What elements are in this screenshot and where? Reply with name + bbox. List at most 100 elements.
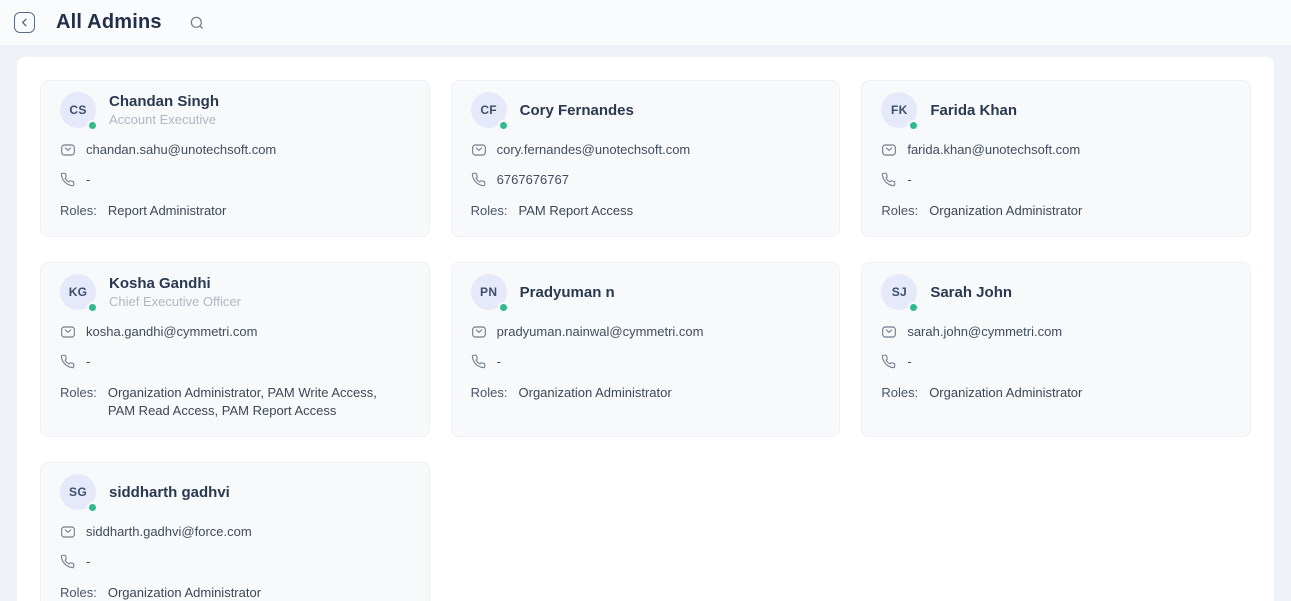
- roles-row: Roles: Organization Administrator: [881, 384, 1228, 402]
- admin-card[interactable]: FK Farida Khan farida.khan@unotechsoft.c…: [861, 80, 1251, 237]
- admin-cards-grid: CS Chandan Singh Account Executive chand…: [40, 80, 1251, 601]
- admin-identity: Cory Fernandes: [520, 92, 634, 128]
- phone-icon: [471, 354, 487, 369]
- admin-roles: Organization Administrator: [929, 384, 1082, 402]
- roles-label: Roles:: [881, 384, 918, 402]
- admin-name: Farida Khan: [930, 102, 1017, 119]
- phone-icon: [881, 354, 897, 369]
- admin-card-header: SJ Sarah John: [881, 274, 1228, 310]
- online-status-dot: [87, 302, 98, 313]
- phone-row: -: [471, 353, 818, 370]
- admin-email: kosha.gandhi@cymmetri.com: [86, 323, 257, 340]
- page-title: All Admins: [56, 11, 162, 34]
- avatar: SG: [60, 474, 96, 510]
- admin-card[interactable]: CS Chandan Singh Account Executive chand…: [40, 80, 430, 237]
- online-status-dot: [498, 120, 509, 131]
- admin-identity: Kosha Gandhi Chief Executive Officer: [109, 274, 241, 310]
- avatar: PN: [471, 274, 507, 310]
- mail-icon: [471, 142, 487, 158]
- roles-row: Roles: Organization Administrator: [881, 202, 1228, 220]
- admin-name: Cory Fernandes: [520, 102, 634, 119]
- email-row: chandan.sahu@unotechsoft.com: [60, 141, 407, 158]
- roles-label: Roles:: [471, 384, 508, 402]
- admin-card[interactable]: SG siddharth gadhvi siddharth.gadhvi@for…: [40, 462, 430, 601]
- admin-phone: -: [497, 353, 501, 370]
- chevron-left-icon: [19, 17, 30, 28]
- admin-phone: -: [907, 171, 911, 188]
- admin-card[interactable]: PN Pradyuman n pradyuman.nainwal@cymmetr…: [451, 262, 841, 437]
- roles-row: Roles: Organization Administrator: [471, 384, 818, 402]
- roles-label: Roles:: [60, 384, 97, 402]
- mail-icon: [471, 324, 487, 340]
- avatar: KG: [60, 274, 96, 310]
- admin-roles: Organization Administrator: [929, 202, 1082, 220]
- search-icon: [189, 15, 205, 31]
- admin-phone: -: [86, 171, 90, 188]
- admin-card-header: SG siddharth gadhvi: [60, 474, 407, 510]
- avatar: SJ: [881, 274, 917, 310]
- roles-row: Roles: Organization Administrator, PAM W…: [60, 384, 407, 420]
- admins-panel: CS Chandan Singh Account Executive chand…: [17, 57, 1274, 601]
- all-admins-page: All Admins CS Chandan Singh Account Exec…: [0, 0, 1291, 601]
- online-status-dot: [908, 302, 919, 313]
- roles-label: Roles:: [60, 202, 97, 220]
- online-status-dot: [498, 302, 509, 313]
- phone-row: -: [60, 171, 407, 188]
- back-button[interactable]: [14, 12, 35, 33]
- admin-card-header: KG Kosha Gandhi Chief Executive Officer: [60, 274, 407, 310]
- phone-row: -: [881, 353, 1228, 370]
- admin-card[interactable]: KG Kosha Gandhi Chief Executive Officer …: [40, 262, 430, 437]
- phone-row: -: [881, 171, 1228, 188]
- email-row: siddharth.gadhvi@force.com: [60, 523, 407, 540]
- phone-icon: [60, 554, 76, 569]
- admin-card[interactable]: CF Cory Fernandes cory.fernandes@unotech…: [451, 80, 841, 237]
- email-row: pradyuman.nainwal@cymmetri.com: [471, 323, 818, 340]
- avatar: CF: [471, 92, 507, 128]
- phone-icon: [60, 172, 76, 187]
- admin-identity: Pradyuman n: [520, 274, 615, 310]
- online-status-dot: [87, 120, 98, 131]
- admin-phone: -: [907, 353, 911, 370]
- phone-row: -: [60, 353, 407, 370]
- admin-name: Sarah John: [930, 284, 1012, 301]
- admin-card-header: FK Farida Khan: [881, 92, 1228, 128]
- phone-row: 6767676767: [471, 171, 818, 188]
- admin-name: Pradyuman n: [520, 284, 615, 301]
- admin-email: cory.fernandes@unotechsoft.com: [497, 141, 691, 158]
- admin-identity: Farida Khan: [930, 92, 1017, 128]
- phone-icon: [881, 172, 897, 187]
- admin-email: siddharth.gadhvi@force.com: [86, 523, 252, 540]
- admin-roles: Organization Administrator: [519, 384, 672, 402]
- admin-roles: Organization Administrator, PAM Write Ac…: [108, 384, 407, 420]
- page-header: All Admins: [0, 0, 1291, 45]
- mail-icon: [60, 142, 76, 158]
- email-row: sarah.john@cymmetri.com: [881, 323, 1228, 340]
- content-area: CS Chandan Singh Account Executive chand…: [0, 45, 1291, 601]
- email-row: kosha.gandhi@cymmetri.com: [60, 323, 407, 340]
- email-row: cory.fernandes@unotechsoft.com: [471, 141, 818, 158]
- phone-row: -: [60, 553, 407, 570]
- avatar: CS: [60, 92, 96, 128]
- admin-card[interactable]: SJ Sarah John sarah.john@cymmetri.com: [861, 262, 1251, 437]
- roles-row: Roles: PAM Report Access: [471, 202, 818, 220]
- admin-name: Kosha Gandhi: [109, 275, 241, 292]
- admin-job-title: Account Executive: [109, 112, 219, 127]
- admin-card-header: CF Cory Fernandes: [471, 92, 818, 128]
- mail-icon: [60, 524, 76, 540]
- online-status-dot: [87, 502, 98, 513]
- admin-email: sarah.john@cymmetri.com: [907, 323, 1062, 340]
- roles-label: Roles:: [60, 584, 97, 601]
- admin-email: chandan.sahu@unotechsoft.com: [86, 141, 276, 158]
- admin-name: siddharth gadhvi: [109, 484, 230, 501]
- roles-row: Roles: Report Administrator: [60, 202, 407, 220]
- roles-label: Roles:: [881, 202, 918, 220]
- admin-phone: 6767676767: [497, 171, 569, 188]
- admin-card-header: CS Chandan Singh Account Executive: [60, 92, 407, 128]
- mail-icon: [60, 324, 76, 340]
- phone-icon: [60, 354, 76, 369]
- admin-name: Chandan Singh: [109, 93, 219, 110]
- online-status-dot: [908, 120, 919, 131]
- search-button[interactable]: [188, 14, 206, 32]
- avatar: FK: [881, 92, 917, 128]
- admin-job-title: Chief Executive Officer: [109, 294, 241, 309]
